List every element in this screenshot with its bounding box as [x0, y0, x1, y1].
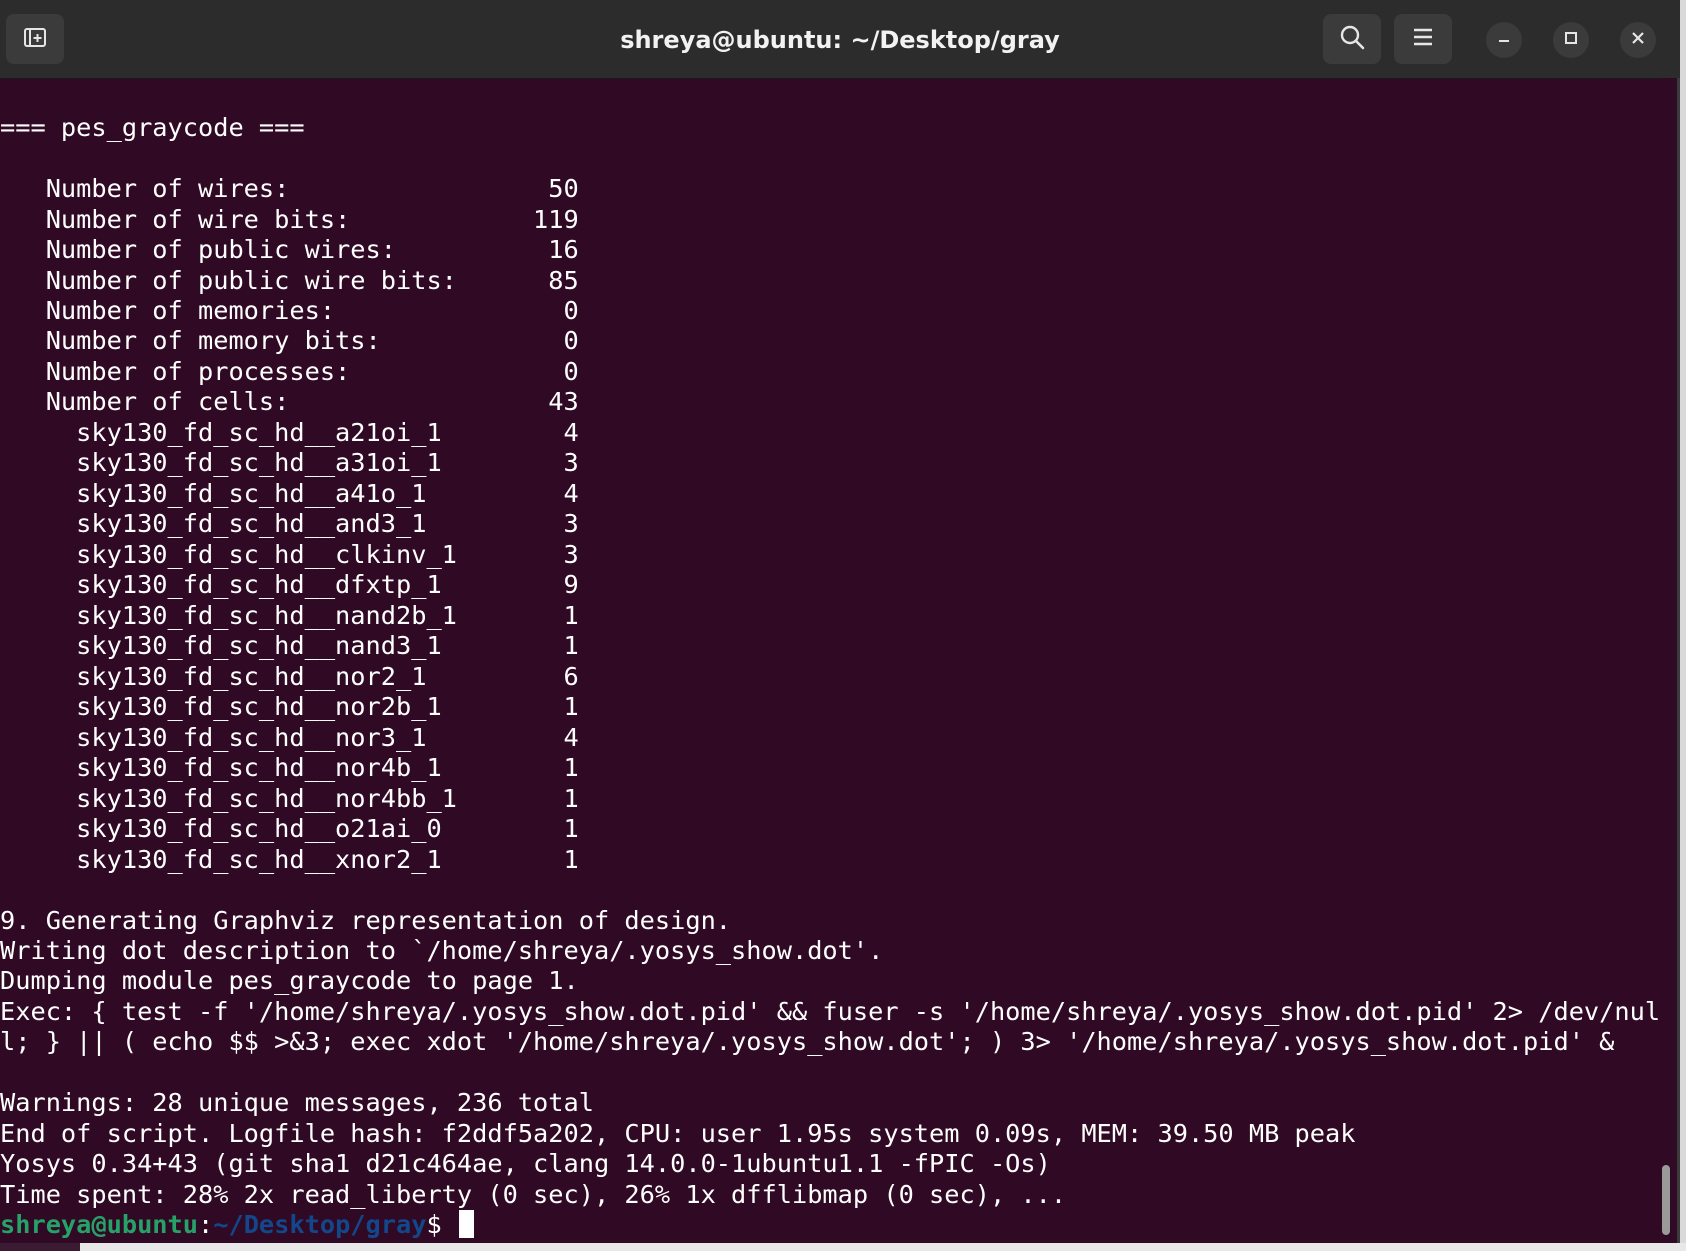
close-icon — [1630, 30, 1646, 51]
output-line: Warnings: 28 unique messages, 236 total — [0, 1088, 594, 1117]
output-line: Number of public wires: 16 — [0, 235, 579, 264]
command-prompt[interactable]: shreya@ubuntu:~/Desktop/gray$ — [0, 1210, 474, 1240]
output-line: sky130_fd_sc_hd__clkinv_1 3 — [0, 540, 579, 569]
terminal-window: shreya@ubuntu: ~/Desktop/gray === pes_gr… — [0, 0, 1680, 1251]
maximize-icon — [1563, 30, 1579, 51]
desktop-bottom-edge — [0, 1243, 1686, 1251]
output-line: Number of processes: 0 — [0, 357, 579, 386]
output-line: sky130_fd_sc_hd__a21oi_1 4 — [0, 418, 579, 447]
output-line: Number of wire bits: 119 — [0, 205, 579, 234]
prompt-path: ~/Desktop/gray — [213, 1210, 427, 1239]
search-icon — [1338, 23, 1366, 56]
output-line: sky130_fd_sc_hd__nand3_1 1 — [0, 631, 579, 660]
output-line: End of script. Logfile hash: f2ddf5a202,… — [0, 1119, 1356, 1148]
hamburger-menu-icon — [1410, 25, 1436, 54]
output-line: 9. Generating Graphviz representation of… — [0, 906, 732, 935]
output-line: Writing dot description to `/home/shreya… — [0, 936, 884, 965]
output-line: Number of wires: 50 — [0, 174, 579, 203]
menu-button[interactable] — [1394, 14, 1452, 64]
minimize-icon — [1496, 30, 1512, 51]
output-line: l; } || ( echo $$ >&3; exec xdot '/home/… — [0, 1027, 1615, 1056]
output-line: sky130_fd_sc_hd__nand2b_1 1 — [0, 601, 579, 630]
output-line: === pes_graycode === — [0, 113, 305, 142]
output-line: sky130_fd_sc_hd__nor4bb_1 1 — [0, 784, 579, 813]
minimize-button[interactable] — [1486, 22, 1522, 58]
output-line: sky130_fd_sc_hd__nor3_1 4 — [0, 723, 579, 752]
search-button[interactable] — [1323, 14, 1381, 64]
output-line: sky130_fd_sc_hd__a41o_1 4 — [0, 479, 579, 508]
output-line: Time spent: 28% 2x read_liberty (0 sec),… — [0, 1180, 1067, 1209]
output-line: sky130_fd_sc_hd__nor2b_1 1 — [0, 692, 579, 721]
prompt-symbol: $ — [426, 1210, 457, 1239]
output-line: sky130_fd_sc_hd__a31oi_1 3 — [0, 448, 579, 477]
output-line: Yosys 0.34+43 (git sha1 d21c464ae, clang… — [0, 1149, 1051, 1178]
output-line: sky130_fd_sc_hd__and3_1 3 — [0, 509, 579, 538]
prompt-separator: : — [198, 1210, 214, 1239]
title-bar[interactable]: shreya@ubuntu: ~/Desktop/gray — [0, 0, 1680, 79]
output-line: Number of public wire bits: 85 — [0, 266, 579, 295]
desktop-bottom-edge-dark — [0, 1243, 80, 1251]
output-line: Number of memories: 0 — [0, 296, 579, 325]
output-line: Number of cells: 43 — [0, 387, 579, 416]
output-line: Exec: { test -f '/home/shreya/.yosys_sho… — [0, 997, 1660, 1026]
terminal-output[interactable]: === pes_graycode === Number of wires: 50… — [0, 78, 1660, 1243]
maximize-button[interactable] — [1553, 22, 1589, 58]
output-line: Dumping module pes_graycode to page 1. — [0, 966, 579, 995]
text-cursor — [458, 1210, 474, 1238]
output-line: sky130_fd_sc_hd__xnor2_1 1 — [0, 845, 579, 874]
output-line: sky130_fd_sc_hd__nor2_1 6 — [0, 662, 579, 691]
output-line: sky130_fd_sc_hd__dfxtp_1 9 — [0, 570, 579, 599]
scrollbar-thumb[interactable] — [1662, 1165, 1670, 1235]
output-line: sky130_fd_sc_hd__nor4b_1 1 — [0, 753, 579, 782]
prompt-user-host: shreya@ubuntu — [0, 1210, 198, 1239]
desktop-edge — [1680, 0, 1686, 1251]
output-line: sky130_fd_sc_hd__o21ai_0 1 — [0, 814, 579, 843]
close-button[interactable] — [1620, 22, 1656, 58]
output-line: Number of memory bits: 0 — [0, 326, 579, 355]
